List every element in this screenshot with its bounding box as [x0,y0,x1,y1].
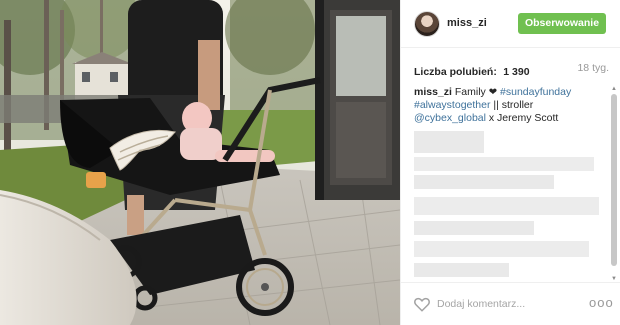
username-link[interactable]: miss_zi [447,17,487,29]
likes-row: Liczba polubień: 1 390 18 tyg. [414,62,609,78]
comment-input[interactable] [437,295,577,313]
comments-scrollbar[interactable]: ▲ ▼ [610,86,618,282]
scroll-up-arrow-icon[interactable]: ▲ [610,86,618,92]
mention-link[interactable]: @cybex_global [414,112,486,124]
caption-username-link[interactable]: miss_zi [414,86,452,98]
post-photo-image [0,0,400,325]
follow-button[interactable]: Obserwowanie [518,13,606,34]
scroll-down-arrow-icon[interactable]: ▼ [610,276,618,282]
likes-label: Liczba polubień: [414,66,497,78]
scroll-thumb[interactable] [611,94,617,266]
hashtag-link[interactable]: #sundayfunday [497,86,571,98]
heart-emoji: ❤ [488,87,498,98]
likes-count[interactable]: 1 390 [503,66,529,78]
hashtag-link[interactable]: #alwaystogether [414,99,490,111]
post-age[interactable]: 18 tyg. [577,62,609,74]
more-options-icon[interactable]: ooo [589,296,613,312]
post-footer: ooo [401,282,620,325]
blurred-comments [414,131,599,281]
post-side-panel: miss_zi Obserwowanie Liczba polubień: 1 … [400,0,620,325]
post-header: miss_zi Obserwowanie [401,0,620,48]
caption-text: || stroller [490,99,534,111]
avatar[interactable] [414,11,440,37]
post-caption: miss_zi Family ❤ #sundayfunday #alwaysto… [414,86,604,125]
caption-text: x Jeremy Scott [485,112,559,124]
caption-text: Family [451,86,489,98]
comments-area[interactable]: miss_zi Family ❤ #sundayfunday #alwaysto… [414,86,610,282]
post-photo[interactable] [0,0,400,325]
heart-outline-icon[interactable] [413,295,431,313]
